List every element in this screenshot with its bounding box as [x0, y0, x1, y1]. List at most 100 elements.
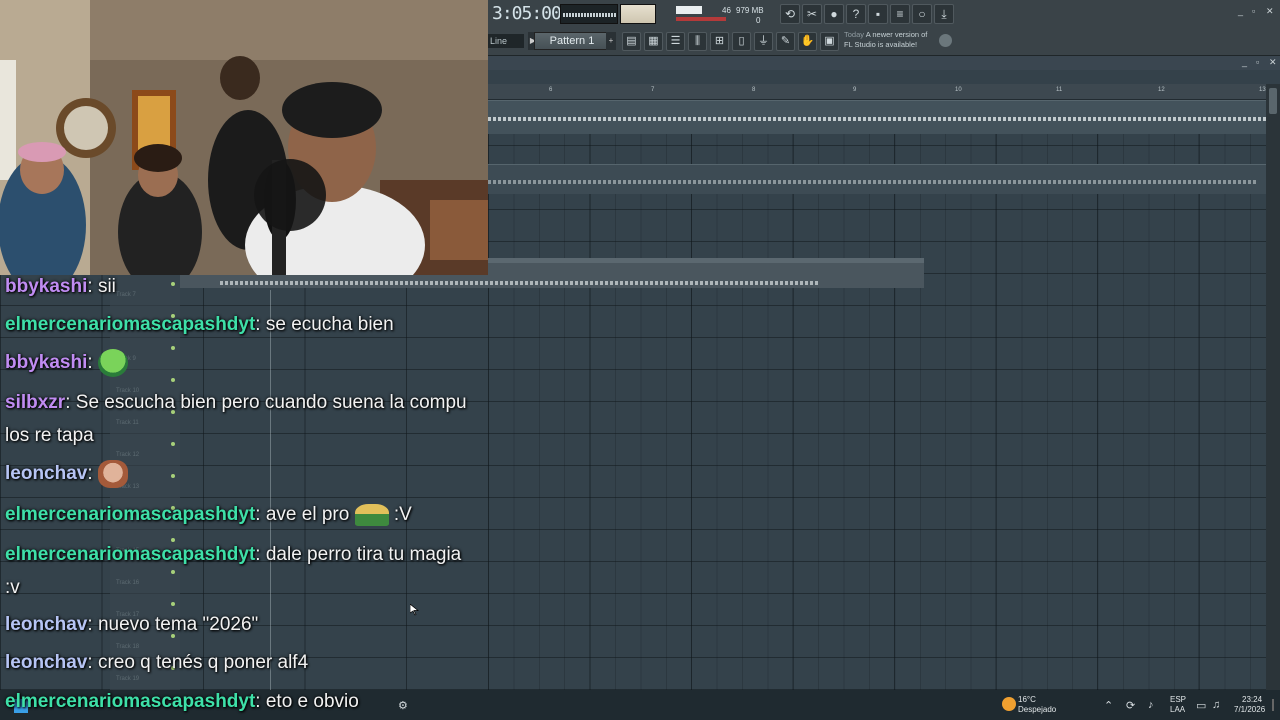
chat-text: ave el pro [265, 504, 350, 525]
chat-text-after: :V [393, 504, 412, 525]
pattern-add-icon[interactable]: + [606, 32, 616, 50]
polyphony-value: 0 [756, 16, 761, 25]
master-volume-slider[interactable] [620, 4, 656, 24]
ruler-mark: 7 [651, 87, 655, 93]
chat-username: leonchav [5, 463, 88, 484]
touch-icon[interactable]: ✋ [798, 32, 817, 51]
chat-username: leonchav [5, 614, 88, 635]
chat-message: leonchav: nuevo tema "2026" [5, 608, 470, 641]
chat-message: leonchav: creo q tenés q poner alf4 [5, 646, 470, 679]
weather-status[interactable]: Despejado [1018, 705, 1056, 715]
globe-icon[interactable] [939, 34, 952, 47]
chat-text: creo q tenés q poner alf4 [97, 652, 309, 673]
chat-message: elmercenariomascapashdyt: dale perro tir… [5, 538, 470, 604]
ruler-mark: 13 [1259, 87, 1266, 93]
chat-message: elmercenariomascapashdyt: ave el pro :V [5, 498, 470, 531]
channel-rack-icon[interactable]: ☰ [666, 32, 685, 51]
show-desktop-button[interactable] [1272, 699, 1274, 711]
ruler-mark: 10 [955, 87, 962, 93]
memory-value: 979 MB [736, 6, 764, 15]
chat-separator: : [65, 392, 76, 413]
undo-icon[interactable]: ⟲ [780, 4, 800, 24]
chat-separator: : [87, 276, 98, 297]
render-icon[interactable]: ≡ [890, 4, 910, 24]
chat-overlay: bbykashi: sii elmercenariomascapashdyt: … [0, 275, 470, 715]
cpu-memory-panel: 46 979 MB 0 [674, 3, 774, 25]
chat-username: bbykashi [5, 352, 88, 373]
face-emote-icon [97, 459, 128, 488]
cpu-value: 46 [722, 6, 731, 15]
playlist-icon[interactable]: ▤ [622, 32, 641, 51]
minimize-icon[interactable]: _ [1238, 6, 1243, 16]
chat-message: bbykashi: sii [5, 270, 470, 303]
weather-temp[interactable]: 16°C [1018, 695, 1036, 705]
ruler-mark: 6 [549, 87, 553, 93]
plugin-icon[interactable]: ⏚ [754, 32, 773, 51]
snap-select[interactable]: Line [488, 34, 524, 48]
fl-toolbar: 3:05:00 46 979 MB 0 ⟲ ✂ ● ? ▪ ≡ ○ ⤓ Line… [488, 0, 1280, 56]
playlist-minimize-icon[interactable]: _ [1242, 57, 1247, 67]
playlist-restore-icon[interactable]: ▫ [1256, 57, 1259, 67]
chat-message: leonchav: [5, 457, 470, 490]
vertical-scrollbar[interactable] [1266, 84, 1280, 690]
chat-text: se ecucha bien [265, 314, 394, 335]
update-news[interactable]: Today A newer version of FL Studio is av… [844, 30, 944, 52]
chat-message: silbxzr: Se escucha bien pero cuando sue… [5, 386, 470, 452]
news-day: Today [844, 30, 865, 39]
ruler-mark: 12 [1158, 87, 1165, 93]
volume-icon[interactable]: ♫ [1212, 699, 1220, 711]
audio-clip[interactable] [488, 100, 1268, 134]
ruler-mark: 11 [1056, 87, 1063, 93]
chat-separator: : [87, 463, 98, 484]
project-icon[interactable]: ▯ [732, 32, 751, 51]
clock-date[interactable]: 7/1/2026 [1234, 705, 1265, 715]
playlist-header: _ ▫ ✕ [488, 56, 1280, 70]
chat-separator: : [87, 614, 98, 635]
download-icon[interactable]: ⤓ [934, 4, 954, 24]
clock-time[interactable]: 23:24 [1242, 695, 1262, 705]
cut-icon[interactable]: ✂ [802, 4, 822, 24]
save-icon[interactable]: ▪ [868, 4, 888, 24]
language-code[interactable]: ESP [1170, 695, 1186, 705]
mouse-cursor-icon [410, 604, 419, 616]
chat-username: leonchav [5, 652, 88, 673]
chat-message: elmercenariomascapashdyt: se ecucha bien [5, 308, 470, 341]
brush-icon[interactable]: ✎ [776, 32, 795, 51]
maximize-icon[interactable]: ▫ [1252, 6, 1255, 16]
oscilloscope [560, 4, 618, 24]
chat-separator: : [255, 504, 266, 525]
song-time-display[interactable]: 3:05:00 [492, 3, 562, 27]
sync-icon[interactable]: ⟳ [1126, 699, 1135, 712]
timeline-ruler[interactable]: 6 7 8 9 10 11 12 13 [488, 84, 1268, 100]
keyboard-layout[interactable]: LAA [1170, 705, 1185, 715]
chat-message: bbykashi: [5, 346, 470, 379]
chat-icon[interactable]: ○ [912, 4, 932, 24]
piano-roll-icon[interactable]: ▦ [644, 32, 663, 51]
close-icon[interactable]: ✕ [1266, 6, 1274, 17]
chat-text: eto e obvio [265, 691, 359, 712]
chat-username: elmercenariomascapashdyt [5, 544, 256, 565]
audio-clip[interactable] [488, 164, 1268, 194]
crying-emote-icon [97, 348, 128, 377]
help-icon[interactable]: ? [846, 4, 866, 24]
chevron-up-icon[interactable]: ⌃ [1104, 699, 1113, 712]
chat-separator: : [255, 544, 266, 565]
webcam-feed [0, 0, 488, 275]
mic-tray-icon[interactable]: ♪ [1148, 699, 1154, 711]
mic-icon[interactable]: ● [824, 4, 844, 24]
chat-separator: : [87, 652, 98, 673]
mixer-icon[interactable]: ⫼ [688, 32, 707, 51]
shop-icon[interactable]: ▣ [820, 32, 839, 51]
weather-icon[interactable] [1002, 697, 1016, 711]
sombrero-emote-icon [354, 503, 389, 526]
chat-username: elmercenariomascapashdyt [5, 691, 256, 712]
browser-icon[interactable]: ⊞ [710, 32, 729, 51]
screen: 3:05:00 46 979 MB 0 ⟲ ✂ ● ? ▪ ≡ ○ ⤓ Line… [0, 0, 1280, 720]
chat-username: elmercenariomascapashdyt [5, 504, 256, 525]
chat-username: elmercenariomascapashdyt [5, 314, 256, 335]
playlist-close-icon[interactable]: ✕ [1269, 57, 1277, 68]
chat-text: sii [97, 276, 116, 297]
news-text-1: A newer version of [865, 30, 928, 39]
display-icon[interactable]: ▭ [1196, 699, 1206, 712]
pattern-selector[interactable]: Pattern 1 [534, 32, 610, 50]
